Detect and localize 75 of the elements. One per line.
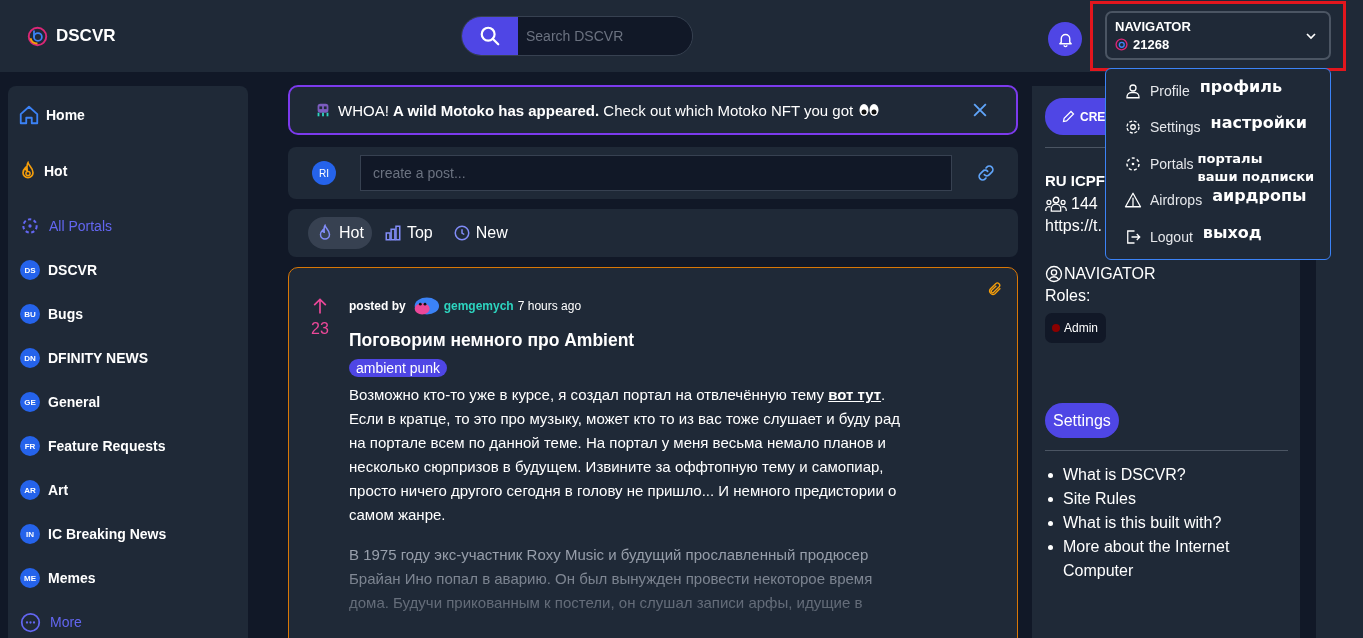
menu-item[interactable]: Airdrops [1124,186,1203,215]
search-icon[interactable] [479,25,501,47]
annotation-label: профиль [1199,77,1283,97]
annotation-label: настройки [1210,113,1307,134]
portal-avatar: ME [20,568,40,588]
post-tag[interactable]: ambient punk [349,359,448,377]
sidebar-item[interactable]: DS DSCVR [18,248,248,292]
home-icon [18,104,40,126]
portal-avatar: DN [20,348,40,368]
post-body-faded: В 1975 году экс-участник Roxy Music и будущий прославленный продюсер Брайан Ино попал в аварию. Он был вынужден провести некоторое время дома. Будучи прикованным к постели, он слушал записи арфы, идущие в [349,545,874,613]
roles-label: Roles: [1045,287,1092,305]
user-circle-icon [1045,265,1063,283]
clock-icon [452,224,471,242]
logout-icon [1124,227,1142,246]
sidebar-item[interactable]: DN DFINITY NEWS [18,336,248,380]
account-dropdown[interactable]: NAVIGATOR 21268 [1105,11,1331,60]
sidebar-item[interactable]: GE General [18,380,248,424]
link-icon[interactable] [976,163,996,183]
info-link[interactable]: Site Rules [1063,487,1136,511]
sidebar-item[interactable]: FR Feature Requests [18,424,248,468]
portals-icon [20,216,40,236]
portal-avatar: AR [20,480,40,500]
search-field[interactable]: Search DSCVR [461,16,693,56]
author-link[interactable]: gemgemych [443,299,514,313]
annotation-label: аирдропы [1212,186,1307,207]
portal-avatar: IN [20,524,40,544]
points-icon [1115,38,1128,51]
annotation-label: выход [1202,222,1262,243]
annotation-label: порталы [1197,149,1264,168]
logo-icon [27,25,48,47]
portal-avatar: DS [20,260,40,280]
portal-avatar: BU [20,304,40,324]
user-avatar: RI [312,161,336,185]
members-icon [1045,196,1067,212]
role-badge: Admin [1045,313,1106,343]
menu-item[interactable]: Portals [1124,149,1194,178]
body-link[interactable]: вот тут [828,386,882,403]
vote-count: 23 [311,320,329,338]
sidebar-item[interactable]: Home [18,100,248,130]
annotation-label: ваши подписки [1197,167,1315,186]
warning-triangle-icon [1124,191,1142,210]
sidebar-item[interactable]: IN IC Breaking News [18,512,248,556]
sidebar-item[interactable]: BU Bugs [18,292,248,336]
banner-text: WHOA! A wild Motoko has appeared. Check out which Motoko NFT you got [338,101,854,119]
settings-button[interactable]: Settings [1045,403,1119,438]
paperclip-icon [987,281,1003,297]
pencil-icon [1061,109,1076,124]
sidebar-item[interactable]: AR Art [18,468,248,512]
member-count: 144 [1071,195,1098,213]
portal-avatar: GE [20,392,40,412]
sort-tab[interactable]: Hot [308,217,372,249]
sort-tab[interactable]: Top [375,217,441,249]
logo-text: DSCVR [56,26,116,46]
user-icon [1124,82,1142,100]
create-post-field[interactable]: create a post... [360,155,952,191]
portal-name: RU ICPF [1045,172,1105,189]
more-icon [20,611,41,633]
settings-icon [1124,118,1142,137]
posted-by-label: posted by [349,299,406,313]
info-link[interactable]: More about the Internet Computer [1063,535,1288,583]
post-time: 7 hours ago [517,299,582,313]
sidebar-item[interactable]: ME Memes [18,556,248,600]
portals-icon [1124,154,1142,173]
eyes-icon [859,103,880,117]
notifications-button[interactable] [1048,22,1082,56]
sidebar-item[interactable]: Hot [18,156,248,186]
post-title[interactable]: Поговорим немного про Ambient [349,330,911,351]
post-body: Возможно кто-то уже в курсе, я создал портал на отвлечённую тему вот тут. Если в кратце, то это про музыку, может кто то из вас тоже слушает и буду рад на портале всем по данной теме. На портал у меня весьма немало планов и несколько сюрпризов в будущем. Извините за оффтопную тему и самопиар, просто ничего другого сегодня в голову не пришло... И немного предистории о самом жанре. [349,385,901,525]
sort-tab[interactable]: New [444,217,516,249]
info-link[interactable]: What is DSCVR? [1063,463,1186,487]
bar-chart-icon [383,224,402,242]
menu-item[interactable]: Logout [1124,222,1193,251]
info-link[interactable]: What is this built with? [1063,511,1222,535]
owner-name: NAVIGATOR [1064,265,1156,283]
portal-avatar: FR [20,436,40,456]
